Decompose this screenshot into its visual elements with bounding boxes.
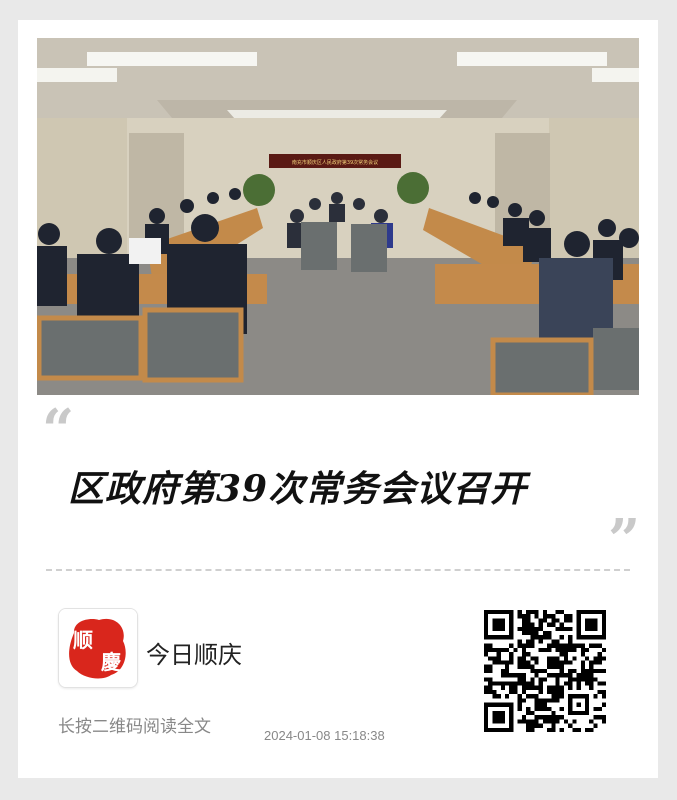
photo-banner-text: 南充市顺庆区人民政府第39次常务会议 [292,159,378,166]
open-quote-icon: “ [42,397,75,463]
share-card: 南充市顺庆区人民政府第39次常务会议 “ 区政府第39次常务会议召开 ” 顺 慶… [18,20,658,778]
dashed-divider [46,569,630,571]
meeting-photo: 南充市顺庆区人民政府第39次常务会议 [37,38,639,395]
source-name: 今日顺庆 [146,641,242,669]
long-press-hint: 长按二维码阅读全文 [58,717,211,737]
headline-title: 区政府第39次常务会议召开 [68,468,528,510]
close-quote-icon: ” [608,507,641,573]
timestamp: 2024-01-08 15:18:38 [264,728,385,743]
logo-char-2: 慶 [101,650,121,674]
source-logo: 顺 慶 [58,608,138,688]
logo-char-1: 顺 [73,628,93,652]
qr-code-icon[interactable] [484,610,606,732]
